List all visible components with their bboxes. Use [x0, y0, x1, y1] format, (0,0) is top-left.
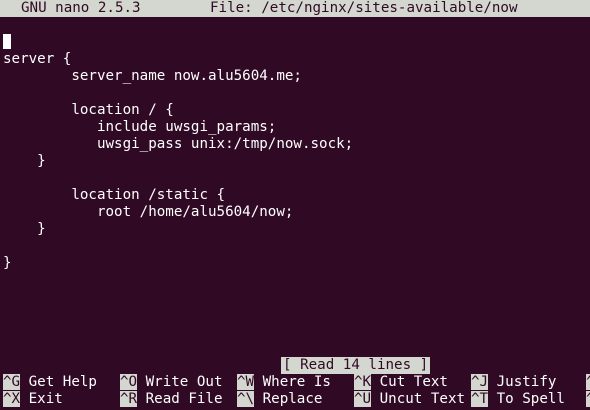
app-version: GNU nano 2.5.3 — [21, 0, 141, 16]
shortcut-key: ^C — [586, 374, 590, 390]
shortcut-key: ^W — [237, 374, 255, 390]
shortcut-cur-pos[interactable]: ^C — [586, 374, 590, 391]
editor-line[interactable]: include uwsgi_params; — [3, 119, 276, 136]
editor-line[interactable]: server_name now.alu5604.me; — [3, 68, 302, 85]
editor-line[interactable]: server { — [3, 51, 71, 68]
shortcut-label: Uncut Text — [371, 391, 466, 407]
shortcut-key: ^U — [354, 391, 372, 407]
shortcut-key: ^T — [471, 391, 489, 407]
shortcut-replace[interactable]: ^\ Replace — [237, 391, 322, 408]
shortcut-label: Read File — [137, 391, 223, 407]
shortcut-read-file[interactable]: ^R Read File — [120, 391, 223, 408]
nano-titlebar: GNU nano 2.5.3 File: /etc/nginx/sites-av… — [0, 0, 590, 17]
shortcut-label: Cut Text — [371, 374, 448, 390]
editor-line[interactable]: uwsgi_pass unix:/tmp/now.sock; — [3, 136, 353, 153]
editor-line[interactable]: location /static { — [3, 187, 225, 204]
shortcut-key: ^\ — [237, 391, 255, 407]
shortcut-label: Exit — [20, 391, 63, 407]
shortcut-label: Write Out — [137, 374, 223, 390]
shortcut-get-help[interactable]: ^G Get Help — [3, 374, 97, 391]
shortcut-uncut-text[interactable]: ^U Uncut Text — [354, 391, 465, 408]
shortcut-key: ^R — [120, 391, 138, 407]
shortcut-exit[interactable]: ^X Exit — [3, 391, 63, 408]
shortcut-row: ^G Get Help ^O Write Out ^W Where Is ^K … — [3, 374, 590, 391]
status-message: [ Read 14 lines ] — [281, 357, 431, 374]
shortcut-key: ^G — [3, 374, 21, 390]
file-path: File: /etc/nginx/sites-available/now — [210, 0, 518, 16]
shortcut-label: Get Help — [20, 374, 97, 390]
shortcut-where-is[interactable]: ^W Where Is — [237, 374, 331, 391]
shortcut-justify[interactable]: ^J Justify — [471, 374, 556, 391]
shortcut-write-out[interactable]: ^O Write Out — [120, 374, 223, 391]
shortcut-label: Justify — [488, 374, 557, 390]
editor-line[interactable]: location / { — [3, 102, 174, 119]
shortcut-label: Replace — [254, 391, 323, 407]
text-cursor — [3, 34, 11, 49]
editor-line[interactable]: root /home/alu5604/now; — [3, 204, 293, 221]
shortcut-cut-text[interactable]: ^K Cut Text — [354, 374, 448, 391]
editor-line[interactable]: } — [3, 221, 46, 238]
editor-line[interactable]: } — [3, 255, 12, 272]
shortcut-key: ^K — [354, 374, 372, 390]
shortcut-key: ^X — [3, 391, 21, 407]
editor-line[interactable]: } — [3, 153, 46, 170]
shortcut-row: ^X Exit ^R Read File ^\ Replace ^U Uncut… — [3, 391, 590, 408]
shortcut-label: Where Is — [254, 374, 331, 390]
shortcut-label: To Spell — [488, 391, 565, 407]
shortcut-key: ^O — [120, 374, 138, 390]
shortcut-key: ^_ — [586, 391, 590, 407]
shortcut-to-spell[interactable]: ^T To Spell — [471, 391, 565, 408]
nano-terminal[interactable]: GNU nano 2.5.3 File: /etc/nginx/sites-av… — [0, 0, 590, 410]
shortcut-go-to-line[interactable]: ^_ — [586, 391, 590, 408]
shortcut-key: ^J — [471, 374, 489, 390]
